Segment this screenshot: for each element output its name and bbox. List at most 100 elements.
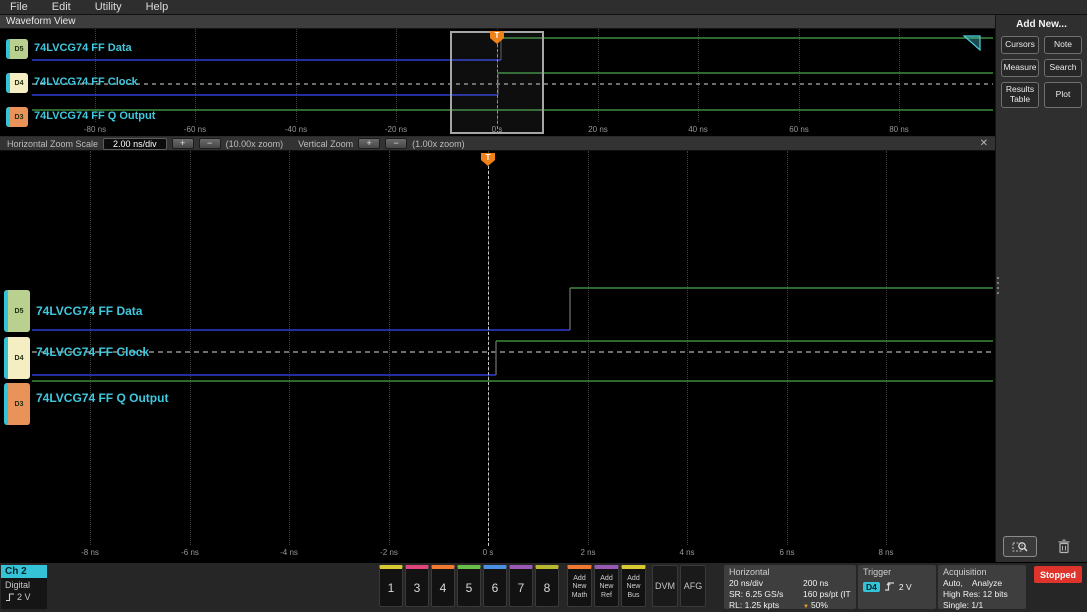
horizontal-position: ▼ 50%: [803, 600, 828, 611]
h-zoom-scale-label: Horizontal Zoom Scale: [7, 138, 99, 149]
channel-2-badge[interactable]: Ch 2 Digital 2 V: [1, 565, 47, 609]
h-zoom-minus-button[interactable]: −: [198, 138, 221, 149]
menu-help[interactable]: Help: [136, 1, 183, 13]
time-tick-label: 60 ns: [789, 125, 809, 134]
add-new-note-button[interactable]: Note: [1044, 36, 1082, 54]
h-zoom-readout: (10.00x zoom): [225, 138, 284, 149]
time-tick-label: -8 ns: [81, 548, 99, 557]
time-tick-label: 20 ns: [588, 125, 608, 134]
menu-edit[interactable]: Edit: [42, 1, 85, 13]
zoom-close-icon[interactable]: ✕: [980, 138, 988, 149]
zoomed-label-data[interactable]: 74LVCG74 FF Data: [36, 304, 142, 318]
time-tick-label: 0 s: [482, 548, 494, 557]
time-tick-label: -2 ns: [380, 548, 398, 557]
expansion-point-icon: ▼: [803, 604, 809, 611]
add-new-measure-button[interactable]: Measure: [1001, 59, 1039, 77]
channel-badge-d5[interactable]: D5: [4, 290, 30, 332]
add-buttons-group: Add New Math Add New Ref Add New Bus: [567, 565, 646, 607]
time-tick-label: 4 ns: [679, 548, 695, 557]
channel-6-button[interactable]: 6: [483, 565, 507, 607]
time-tick-label: -80 ns: [83, 125, 107, 134]
trash-icon: [1058, 539, 1069, 554]
acquisition-settings-panel[interactable]: Acquisition Auto, Analyze High Res: 12 b…: [938, 565, 1026, 611]
acquisition-title: Acquisition: [943, 567, 987, 577]
add-new-bus-button[interactable]: Add New Bus: [621, 565, 646, 607]
overview-label-data[interactable]: 74LVCG74 FF Data: [34, 42, 132, 54]
channel-badge-d3[interactable]: D3: [6, 107, 28, 127]
rising-edge-icon: [884, 582, 894, 591]
menu-bar: File Edit Utility Help: [0, 0, 1087, 15]
channel-3-button[interactable]: 3: [405, 565, 429, 607]
channel-5-button[interactable]: 5: [457, 565, 481, 607]
add-new-search-button[interactable]: Search: [1044, 59, 1082, 77]
acquisition-mode: Auto, Analyze: [943, 578, 1003, 588]
h-zoom-plus-button[interactable]: +: [171, 138, 194, 149]
v-zoom-plus-button[interactable]: +: [358, 138, 381, 149]
zoomed-waveform-area[interactable]: D5 74LVCG74 FF Data D4 74LVCG74 FF Clock…: [0, 151, 995, 562]
rising-edge-icon: [6, 593, 14, 602]
add-new-panel: Add New... Cursors Note Measure Search Resul…: [995, 15, 1087, 562]
v-zoom-label: Vertical Zoom: [298, 138, 354, 149]
time-tick-label: 6 ns: [779, 548, 795, 557]
channel-2-name: Ch 2: [1, 565, 47, 578]
add-new-ref-button[interactable]: Add New Ref: [594, 565, 619, 607]
time-tick-label: 80 ns: [889, 125, 909, 134]
menu-file[interactable]: File: [0, 1, 42, 13]
time-tick-label: 8 ns: [878, 548, 894, 557]
horizontal-scale: 20 ns/div: [729, 578, 764, 588]
trigger-position-line: [497, 44, 498, 134]
v-zoom-readout: (1.00x zoom): [412, 138, 465, 149]
add-new-title: Add New...: [1016, 19, 1067, 30]
waveform-view: Waveform View D5 74LVCG74 FF Data D4 74L…: [0, 15, 995, 562]
acquisition-status-badge: Stopped: [1034, 566, 1082, 583]
channel-badge-d4[interactable]: D4: [6, 73, 28, 93]
channel-buttons-group: 1345678: [379, 565, 559, 607]
v-zoom-minus-button[interactable]: −: [385, 138, 408, 149]
trigger-level-flag-icon[interactable]: [963, 35, 981, 51]
time-tick-label: -20 ns: [384, 125, 408, 134]
channel-2-threshold: 2 V: [1, 592, 47, 602]
add-new-buttons: Cursors Note Measure Search Results Table Plo…: [996, 36, 1087, 108]
dvm-button[interactable]: DVM: [652, 565, 678, 607]
zoomed-label-q-output[interactable]: 74LVCG74 FF Q Output: [36, 391, 168, 405]
time-tick-label: -60 ns: [183, 125, 207, 134]
zoom-overlay-button[interactable]: [1002, 536, 1037, 557]
channel-4-button[interactable]: 4: [431, 565, 455, 607]
horizontal-sample-rate: SR: 6.25 GS/s: [729, 589, 784, 600]
add-new-results-table-button[interactable]: Results Table: [1001, 82, 1039, 108]
acquisition-sequence: Single: 1/1: [943, 600, 984, 611]
add-new-plot-button[interactable]: Plot: [1044, 82, 1082, 108]
time-tick-label: 40 ns: [688, 125, 708, 134]
trigger-settings-panel[interactable]: Trigger D4 2 V: [858, 565, 936, 609]
trash-button[interactable]: [1047, 536, 1081, 557]
add-new-math-button[interactable]: Add New Math: [567, 565, 592, 607]
overview-waveform-area[interactable]: D5 74LVCG74 FF Data D4 74LVCG74 FF Clock…: [0, 29, 995, 137]
channel-badge-d4[interactable]: D4: [4, 337, 30, 379]
channel-1-button[interactable]: 1: [379, 565, 403, 607]
channel-2-type: Digital: [5, 580, 31, 590]
zoomed-label-clock[interactable]: 74LVCG74 FF Clock: [36, 345, 149, 359]
h-zoom-scale-value[interactable]: 2.00 ns/div: [103, 137, 167, 150]
horizontal-duration: 200 ns: [803, 578, 829, 588]
channel-2-threshold-value: 2 V: [17, 592, 31, 602]
channel-badge-d3[interactable]: D3: [4, 383, 30, 425]
channel-7-button[interactable]: 7: [509, 565, 533, 607]
trigger-level: 2 V: [898, 581, 912, 592]
time-tick-label: -40 ns: [284, 125, 308, 134]
channel-8-button[interactable]: 8: [535, 565, 559, 607]
time-tick-label: -6 ns: [181, 548, 199, 557]
overview-label-clock[interactable]: 74LVCG74 FF Clock: [34, 76, 138, 88]
bottom-bar: Ch 2 Digital 2 V 1345678 Add New Math Add…: [0, 562, 1087, 612]
horizontal-resolution: 160 ps/pt (IT: [803, 589, 851, 600]
trigger-title: Trigger: [863, 567, 892, 577]
afg-button[interactable]: AFG: [680, 565, 706, 607]
add-new-cursors-button[interactable]: Cursors: [1001, 36, 1039, 54]
horizontal-settings-panel[interactable]: Horizontal 20 ns/div 200 ns SR: 6.25 GS/…: [724, 565, 856, 611]
waveform-view-title: Waveform View: [6, 16, 76, 27]
panel-tools: [996, 536, 1087, 557]
trigger-source-badge: D4: [863, 581, 880, 592]
channel-badge-d5[interactable]: D5: [6, 39, 28, 59]
menu-utility[interactable]: Utility: [85, 1, 136, 13]
overview-label-q-output[interactable]: 74LVCG74 FF Q Output: [34, 110, 155, 122]
panel-splitter-handle[interactable]: [997, 277, 999, 294]
